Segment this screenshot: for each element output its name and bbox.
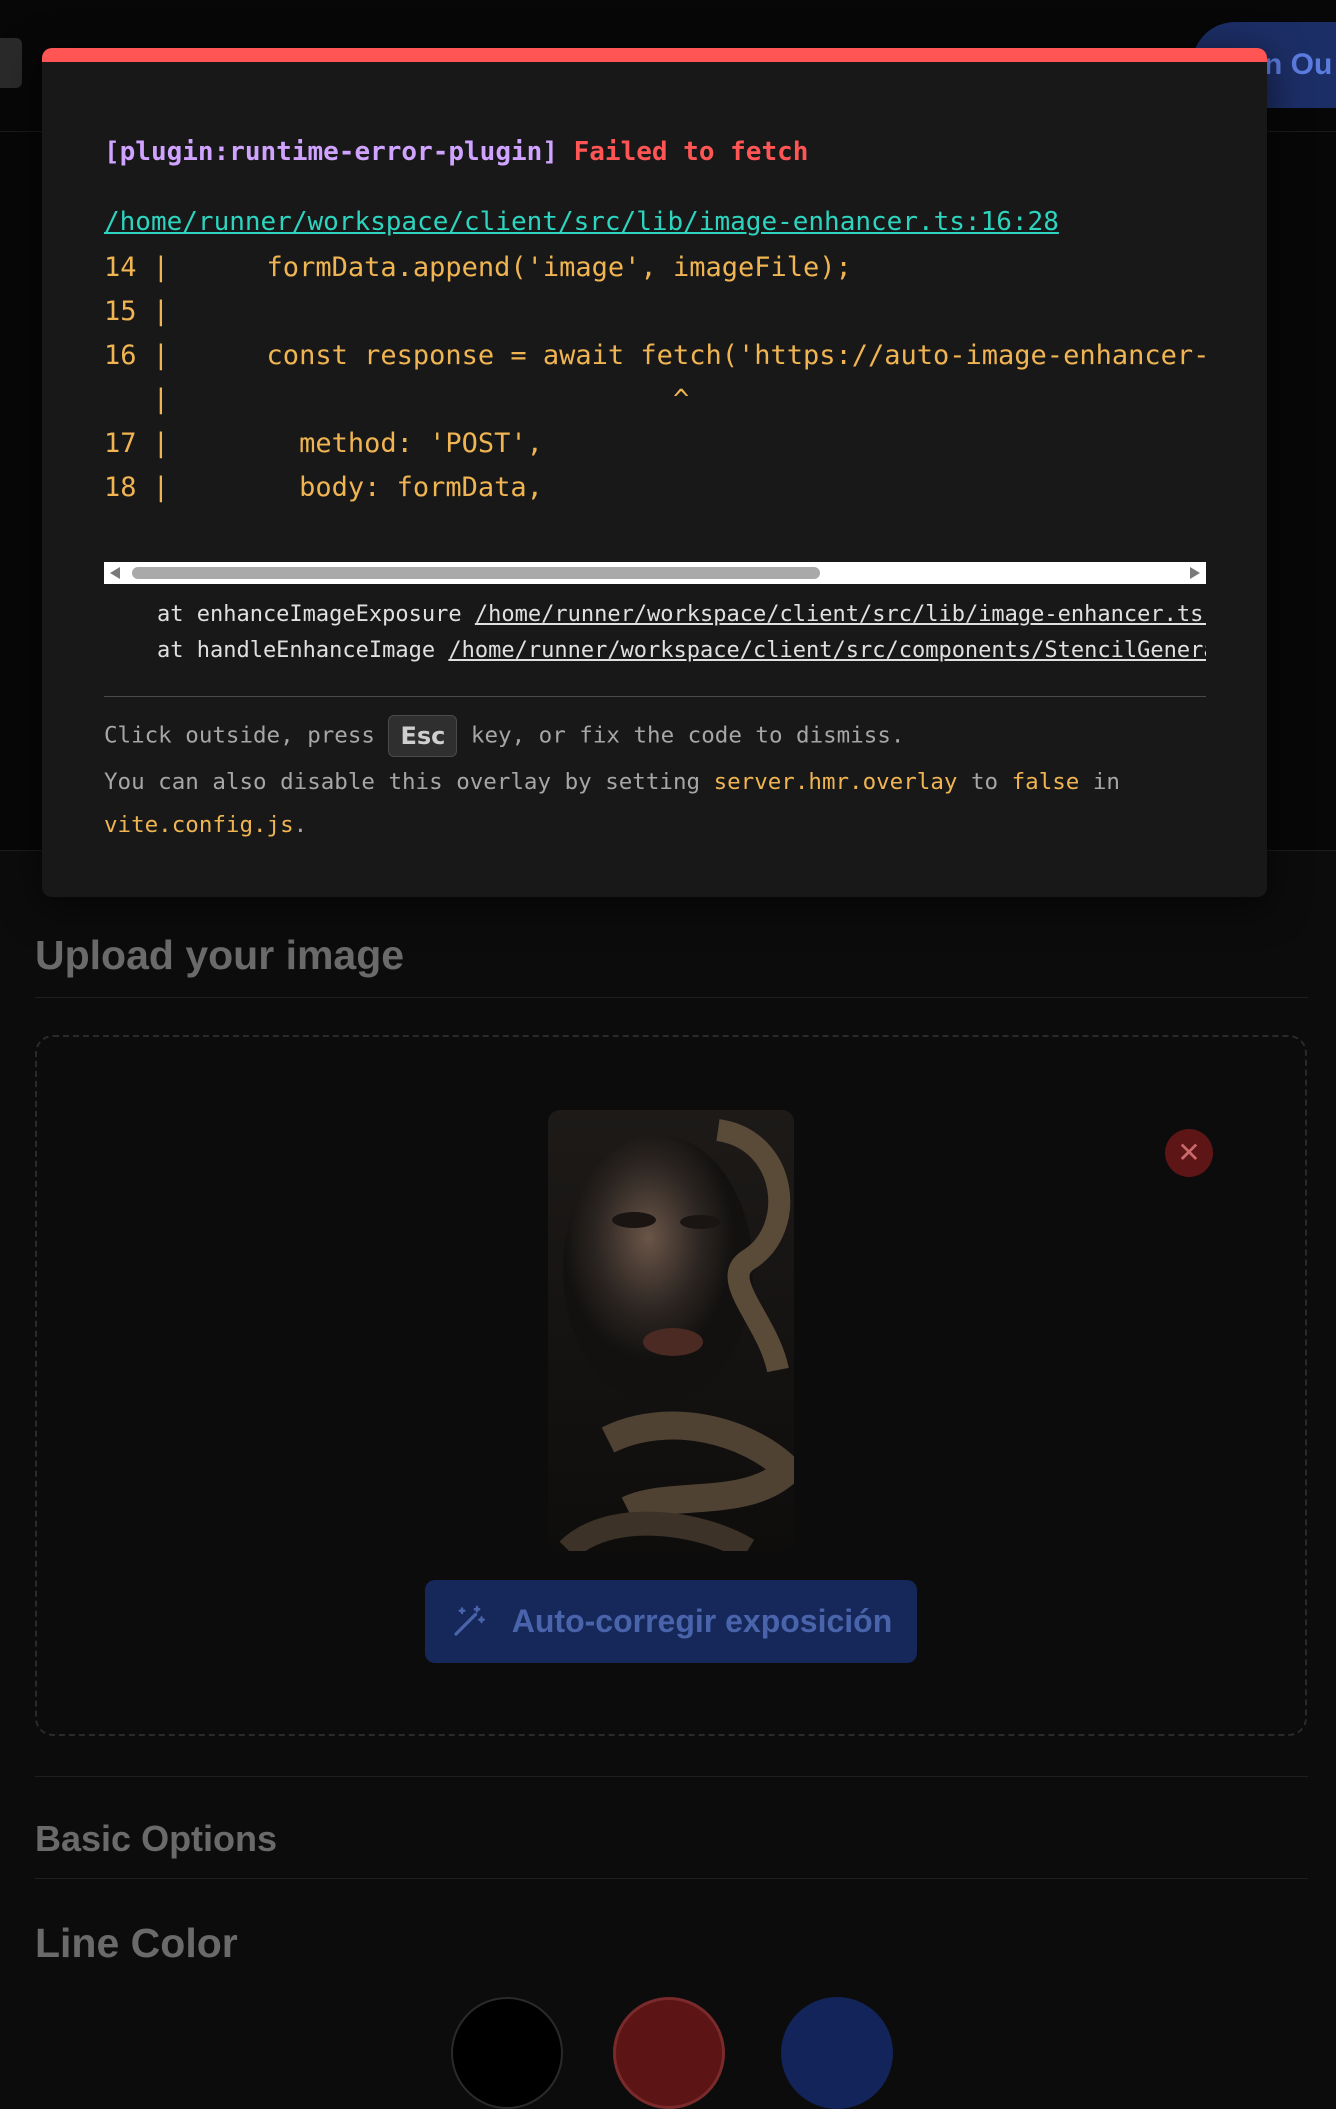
overlay-divider (104, 696, 1206, 697)
code-line: | ^ (104, 384, 690, 415)
scrollbar-thumb[interactable] (132, 567, 820, 579)
tip-text: . (293, 812, 308, 838)
tip-text: You can also disable this overlay by set… (104, 769, 714, 795)
tip-text: to (957, 769, 1012, 795)
esc-key-badge: Esc (388, 715, 458, 757)
line-color-title: Line Color (35, 1920, 238, 1966)
stack-frame-link[interactable]: /home/runner/workspace/client/src/lib/im… (475, 602, 1206, 627)
error-overlay[interactable]: [plugin:runtime-error-plugin] Failed to … (42, 48, 1267, 897)
scroll-right-arrow-icon[interactable] (1190, 567, 1200, 579)
app-logo-icon[interactable] (0, 38, 22, 88)
remove-image-button[interactable]: ✕ (1165, 1129, 1213, 1177)
basic-options-divider (35, 1878, 1308, 1879)
config-file-tip: vite.config.js. (104, 812, 307, 838)
stack-frame-link[interactable]: /home/runner/workspace/client/src/compon… (448, 638, 1206, 663)
stack-frame: at handleEnhanceImage /home/runner/works… (104, 638, 1206, 663)
disable-overlay-tip: You can also disable this overlay by set… (104, 769, 1120, 795)
stack-frame-function: at enhanceImageExposure (104, 602, 475, 627)
stack-frame: at enhanceImageExposure /home/runner/wor… (104, 602, 1206, 627)
tip-config-file: vite.config.js (104, 812, 294, 838)
close-icon: ✕ (1177, 1137, 1201, 1168)
error-plugin-name: [plugin:runtime-error-plugin] (104, 137, 558, 167)
line-color-swatch-black[interactable] (451, 1997, 563, 2109)
upload-section-title: Upload your image (35, 932, 405, 978)
tip-setting-name: server.hmr.overlay (713, 769, 958, 795)
auto-correct-exposure-button[interactable]: Auto-corregir exposición (425, 1580, 917, 1663)
stack-frame-function: at handleEnhanceImage (104, 638, 449, 663)
error-header: [plugin:runtime-error-plugin] Failed to … (104, 137, 808, 167)
line-color-swatch-red[interactable] (613, 1997, 725, 2109)
code-line: 17 | method: 'POST', (104, 428, 543, 459)
upload-divider (35, 997, 1308, 998)
tip-text: in (1079, 769, 1120, 795)
error-file-link[interactable]: /home/runner/workspace/client/src/lib/im… (104, 207, 1059, 237)
scroll-left-arrow-icon[interactable] (110, 567, 120, 579)
error-message: Failed to fetch (573, 137, 809, 167)
line-color-swatch-blue[interactable] (781, 1997, 893, 2109)
horizontal-scrollbar[interactable] (104, 562, 1206, 584)
tip-setting-value: false (1011, 769, 1080, 795)
code-line: 15 | (104, 296, 170, 327)
code-line: 16 | const response = await fetch('https… (104, 340, 1206, 371)
dismiss-tip: Click outside, press Esc key, or fix the… (104, 715, 904, 757)
code-line: 18 | body: formData, (104, 472, 543, 503)
magic-wand-icon (454, 1605, 485, 1636)
portrait-image (548, 1110, 794, 1551)
dismiss-tip-text: Click outside, press (104, 722, 389, 749)
auto-correct-exposure-label: Auto-corregir exposición (511, 1603, 893, 1639)
code-frame[interactable]: 14 | formData.append('image', imageFile)… (104, 246, 1206, 564)
uploaded-image-preview (548, 1110, 794, 1551)
dismiss-tip-text: key, or fix the code to dismiss. (457, 722, 905, 749)
basic-options-title: Basic Options (35, 1818, 278, 1859)
options-divider (35, 1776, 1308, 1777)
code-line: 14 | formData.append('image', imageFile)… (104, 252, 852, 283)
